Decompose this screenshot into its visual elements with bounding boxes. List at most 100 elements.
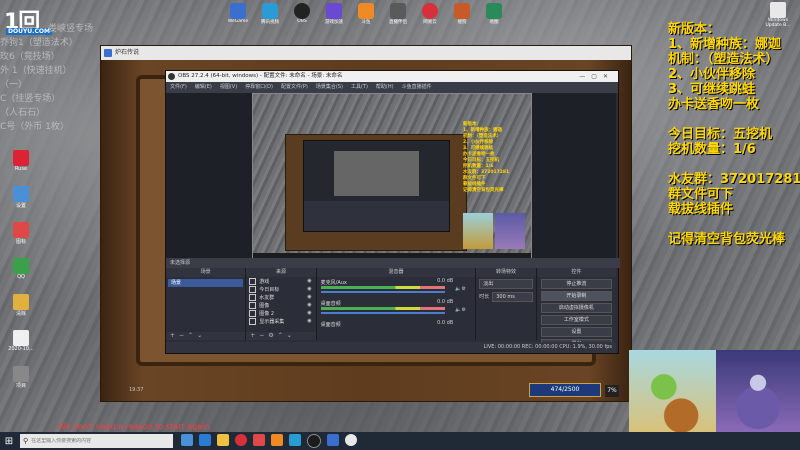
eye-icon[interactable]: ◉ <box>307 302 311 308</box>
mixer-channel: 桌面音频 0.0 dB 🔈⚙ <box>317 298 476 319</box>
left-notes: 娄峡竖专场 乔狗1（塑造法术） 玫6（竞技场） 外 1（快速挂机） （一） C（… <box>0 22 100 134</box>
eye-icon[interactable]: ◉ <box>307 278 311 284</box>
taskbar-search[interactable]: ⚲ <box>20 434 173 448</box>
desktop-icon[interactable]: 设置 <box>4 186 38 216</box>
eye-icon[interactable]: ◉ <box>307 310 311 316</box>
scene-item[interactable]: 场景 <box>168 279 244 287</box>
dock-title: 控件 <box>536 268 616 277</box>
chrome-icon[interactable] <box>345 434 357 446</box>
file-icon <box>770 2 786 18</box>
dock-toolbar[interactable]: +−⚙⌃⌄ <box>246 332 316 340</box>
menu-scene-collection[interactable]: 场景集合(S) <box>316 82 343 93</box>
desktop-icon[interactable]: 搜狗 <box>449 3 475 31</box>
app-icon <box>13 330 29 346</box>
source-item[interactable]: 水友群 ◉ <box>246 293 315 301</box>
window-controls[interactable]: —▢✕ <box>579 71 614 82</box>
start-recording-button[interactable]: 开始录制 <box>540 291 612 301</box>
overlay-line: 办卡送香吻一枚 <box>668 97 760 112</box>
speaker-icon[interactable]: 🔈⚙ <box>455 286 471 292</box>
dock-toolbar[interactable]: +−⌃⌄ <box>166 332 246 340</box>
source-item[interactable]: 显示器采集 ◉ <box>246 317 315 325</box>
overlay-gap <box>668 217 798 232</box>
mixer-channel: 桌面音频 0.0 dB <box>320 320 454 328</box>
obs-window[interactable]: OBS 27.2.4 (64-bit, windows) - 配置文件: 未命名… <box>165 70 620 354</box>
left-note-line: C号（外币 1枚） <box>0 122 69 132</box>
desktop-icon[interactable]: WeGame <box>225 3 251 31</box>
desktop-icon[interactable]: 清除 <box>4 294 38 324</box>
left-note-line: （一） <box>0 80 28 90</box>
no-source-label: 未选择源 <box>170 260 191 266</box>
volume-slider[interactable] <box>320 312 446 314</box>
percent-indicator: 7% <box>605 385 619 397</box>
app-icon[interactable] <box>235 434 247 446</box>
menu-help[interactable]: 帮助(H) <box>376 82 394 93</box>
rating-counter: 474/2500 <box>529 383 601 397</box>
source-item[interactable]: 图像 ◉ <box>246 301 315 309</box>
transition-type-row: 淡出 <box>476 277 535 290</box>
footer-message: We don't need a reason to start again. <box>58 422 212 431</box>
menu-view[interactable]: 视图(V) <box>220 82 237 93</box>
menu-profile[interactable]: 配置文件(P) <box>281 82 308 93</box>
eye-icon[interactable]: ◉ <box>307 294 311 300</box>
desktop-icon[interactable]: 腾讯视频 <box>257 3 283 31</box>
desktop-icon[interactable]: 2020-10... <box>4 330 38 360</box>
desktop-icon[interactable]: 项目 <box>4 366 38 396</box>
desktop-icon[interactable]: OBS <box>289 3 315 31</box>
virtual-camera-button[interactable]: 启动虚拟摄像机 <box>540 303 612 313</box>
hearthstone-icon[interactable] <box>327 434 339 446</box>
folder-icon[interactable] <box>217 434 229 446</box>
obs-preview[interactable]: 新版本： 1、新增种族：娜迦 机制：（塑造法术） 2、小伙伴移除 3、可继续跳蛙… <box>166 93 616 260</box>
desktop-icon[interactable]: 直播伴侣 <box>385 3 411 31</box>
menu-file[interactable]: 文件(F) <box>170 82 187 93</box>
desktop-icon[interactable]: 游戏加速 <box>321 3 347 31</box>
desktop-icon[interactable]: 斗鱼 <box>353 3 379 31</box>
obs-statusbar: LIVE: 00:00:00 REC: 00:00:00 CPU: 1.9%, … <box>166 342 616 353</box>
search-input[interactable] <box>31 438 157 444</box>
obs-titlebar[interactable]: OBS 27.2.4 (64-bit, windows) - 配置文件: 未命名… <box>166 71 618 82</box>
menu-douyu-plugin[interactable]: 斗鱼直播插件 <box>402 82 432 93</box>
hearthstone-icon <box>104 49 112 57</box>
menu-docks[interactable]: 停靠窗口(D) <box>245 82 273 93</box>
source-item[interactable]: 今日目标 ◉ <box>246 285 315 293</box>
desktop-icon[interactable]: 图标 <box>4 222 38 252</box>
obs-icon <box>294 3 310 19</box>
volume-meter <box>320 286 446 289</box>
settings-button[interactable]: 设置 <box>540 327 612 337</box>
hearthstone-titlebar[interactable]: 炉石传说 <box>101 46 631 60</box>
speaker-icon[interactable]: 🔈⚙ <box>455 307 471 313</box>
desktop-icon[interactable]: Ruse <box>4 150 38 180</box>
windows-taskbar: ⊞ ⚲ <box>0 432 800 450</box>
desktop-icons-left: Ruse 设置 图标 QQ 清除 2020-10... 项目 <box>4 150 38 402</box>
start-button[interactable]: ⊞ <box>0 432 18 450</box>
desktop-icon[interactable]: 网易云 <box>417 3 443 31</box>
volume-slider[interactable] <box>320 291 446 293</box>
desktop-icons-top: WeGame 腾讯视频 OBS 游戏加速 斗鱼 直播伴侣 网易云 搜狗 地图 <box>225 3 507 31</box>
app-icon <box>13 366 29 382</box>
dock-title: 混音器 <box>316 268 476 277</box>
source-item[interactable]: 图像 2 ◉ <box>246 309 315 317</box>
obs-icon[interactable] <box>307 434 321 448</box>
source-icon <box>249 285 257 293</box>
duration-input[interactable]: 300 ms <box>492 291 533 302</box>
app-icon[interactable] <box>289 434 301 446</box>
desktop-icon[interactable]: QQ <box>4 258 38 288</box>
overlay-line: 1、新增种族：娜迦 <box>668 37 782 52</box>
mixer-dock: 混音器 麦克风/Aux 0.0 dB 🔈⚙ 桌面音频 0.0 dB 🔈⚙ 桌面音… <box>316 268 477 340</box>
stop-streaming-button[interactable]: 停止推流 <box>540 279 612 289</box>
app-icon[interactable] <box>253 434 265 446</box>
app-icon <box>358 3 374 19</box>
desktop-icon[interactable]: 地图 <box>481 3 507 31</box>
task-view-icon[interactable] <box>181 434 193 446</box>
menu-tools[interactable]: 工具(T) <box>351 82 368 93</box>
eye-icon[interactable]: ◉ <box>307 286 311 292</box>
eye-icon[interactable]: ◉ <box>307 318 311 324</box>
dock-title: 来源 <box>246 268 316 277</box>
transition-select[interactable]: 淡出 <box>479 278 533 289</box>
source-item[interactable]: 游戏 ◉ <box>246 277 315 285</box>
studio-mode-button[interactable]: 工作室模式 <box>540 315 612 325</box>
app-icon <box>13 294 29 310</box>
app-icon[interactable] <box>271 434 283 446</box>
overlay-line: 水友群：372017281 <box>668 172 800 187</box>
menu-edit[interactable]: 编辑(E) <box>195 82 212 93</box>
edge-icon[interactable] <box>199 434 211 446</box>
